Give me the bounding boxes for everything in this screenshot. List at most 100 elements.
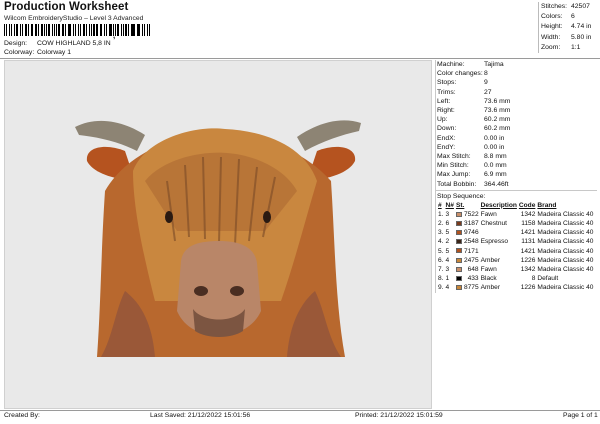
color-swatch-cell — [455, 228, 463, 237]
col-header-needle: N# — [445, 201, 454, 209]
color-swatch-cell — [455, 247, 463, 256]
machine-info-label: Max Jump: — [437, 171, 471, 179]
machine-info-row: Down: 60.2 mm — [436, 124, 597, 133]
machine-info-row: Max Jump: 6.9 mm — [436, 170, 597, 179]
barcode-bar — [88, 24, 90, 36]
summary-label: Colors: — [541, 13, 563, 21]
color-swatch — [455, 239, 462, 245]
machine-info-label: Down: — [437, 125, 457, 133]
col-header-stitches: St. — [455, 201, 465, 209]
thread-description — [480, 228, 518, 237]
barcode-bar — [125, 24, 127, 36]
design-preview — [4, 60, 432, 409]
stitch-count: 433 — [467, 275, 479, 283]
color-swatch — [455, 257, 462, 263]
stop-num: 7. — [438, 266, 444, 274]
last-saved: Last Saved: 21/12/2022 15:01:56 — [150, 412, 251, 419]
barcode-bar — [90, 24, 92, 36]
color-swatch — [455, 248, 462, 254]
machine-info-label: Machine: — [437, 61, 465, 68]
color-swatch — [455, 276, 462, 282]
machine-info-panel: Machine: Tajima Color changes: 8 Stops: 9 Trim… — [435, 60, 597, 293]
summary-value: 6 — [571, 13, 575, 21]
machine-info-value: 9 — [484, 79, 488, 87]
needle-num: 5 — [445, 229, 450, 237]
barcode-bar — [27, 24, 29, 36]
machine-info-label: Total Bobbin: — [437, 180, 477, 188]
machine-info-row: Left: 73.6 mm — [436, 97, 597, 106]
machine-info-label: EndX: — [437, 134, 456, 142]
summary-label: Stitches: — [541, 3, 568, 10]
barcode-bar — [38, 24, 40, 36]
needle-num: 1 — [445, 275, 450, 283]
colorway-value: Colorway 1 — [37, 49, 71, 56]
barcode-bar — [51, 24, 53, 36]
machine-info-value: 73.6 mm — [484, 97, 511, 105]
barcode-bar — [35, 24, 38, 36]
machine-info-label: EndY: — [437, 143, 456, 151]
needle-num: 4 — [445, 284, 450, 292]
machine-info-value: 8.8 mm — [484, 153, 507, 161]
needle-num: 6 — [445, 220, 450, 228]
color-swatch — [455, 285, 462, 291]
color-swatch — [455, 230, 462, 235]
col-header-description: Description — [480, 201, 517, 209]
thread-description: Fawn — [480, 210, 497, 218]
color-swatch — [455, 220, 462, 226]
barcode-bar — [53, 24, 55, 36]
stop-num: 6. — [438, 256, 444, 264]
thread-code: 1342 — [520, 210, 536, 218]
barcode-bar — [56, 24, 58, 36]
machine-info-value: 60.2 mm — [484, 116, 511, 124]
summary-value: 42507 — [571, 3, 590, 10]
summary-label: Zoom: — [541, 43, 561, 51]
needle-num: 5 — [445, 247, 450, 255]
machine-info-label: Right: — [437, 107, 455, 115]
machine-info-value: 0.00 in — [484, 143, 505, 151]
thread-description: Amber — [480, 256, 501, 264]
machine-info-value: 364.46ft — [484, 180, 509, 188]
barcode-bar — [46, 24, 48, 36]
barcode-bar — [43, 24, 45, 36]
barcode-bar — [19, 24, 21, 36]
barcode-bar — [149, 24, 150, 36]
machine-info-row: Up: 60.2 mm — [436, 115, 597, 124]
thread-code: 1226 — [520, 256, 536, 264]
stitch-count: 8775 — [463, 284, 479, 292]
color-swatch-cell — [455, 237, 463, 246]
needle-num: 4 — [445, 256, 450, 264]
machine-info-row: Trims: 27 — [436, 88, 597, 97]
software-subtitle: Wilcom EmbroideryStudio – Level 3 Advanc… — [4, 15, 144, 22]
summary-label: Height: — [541, 23, 563, 31]
footer-divider — [0, 410, 600, 411]
machine-info-value: 0.00 in — [484, 134, 505, 142]
machine-info-row: Machine: Tajima — [436, 60, 597, 69]
barcode-bar — [115, 24, 117, 36]
barcode-bar — [82, 24, 86, 36]
summary-value: 5.80 in — [571, 33, 592, 41]
highland-cow-embroidery-image — [75, 120, 361, 357]
machine-info-row: Stops: 9 — [436, 78, 597, 87]
machine-info-row: EndX: 0.00 in — [436, 134, 597, 143]
color-swatch — [455, 211, 462, 217]
machine-info-value: 6.9 mm — [484, 171, 507, 179]
color-swatch-cell — [455, 274, 463, 283]
machine-info-value: 60.2 mm — [484, 125, 511, 133]
summary-panel: Stitches: 42507 Colors: 6 Height: 4.74 in W… — [538, 2, 596, 54]
needle-num: 3 — [445, 266, 450, 274]
barcode-bar — [142, 24, 143, 36]
barcode-bar — [80, 24, 81, 36]
thread-brand: Madeira Classic 40 — [537, 238, 594, 246]
thread-code: 1421 — [520, 247, 536, 255]
barcode-bar — [132, 24, 135, 36]
design-label: Design: — [4, 40, 28, 47]
machine-info-label: Stops: — [437, 79, 457, 87]
machine-info-row: Color changes: 8 — [436, 69, 597, 78]
machine-info-value: 0.0 mm — [484, 162, 507, 170]
stop-sequence-row: 1. 3 7522 Fawn 1342 Madeira Classic 40 — [437, 210, 594, 219]
barcode-bar — [86, 24, 87, 36]
thread-code: 1131 — [521, 238, 536, 246]
machine-info-row: Total Bobbin: 364.46ft — [436, 180, 597, 189]
design-value: COW HIGHLAND 5,8 IN — [37, 40, 111, 47]
thread-brand: Default — [537, 275, 559, 283]
